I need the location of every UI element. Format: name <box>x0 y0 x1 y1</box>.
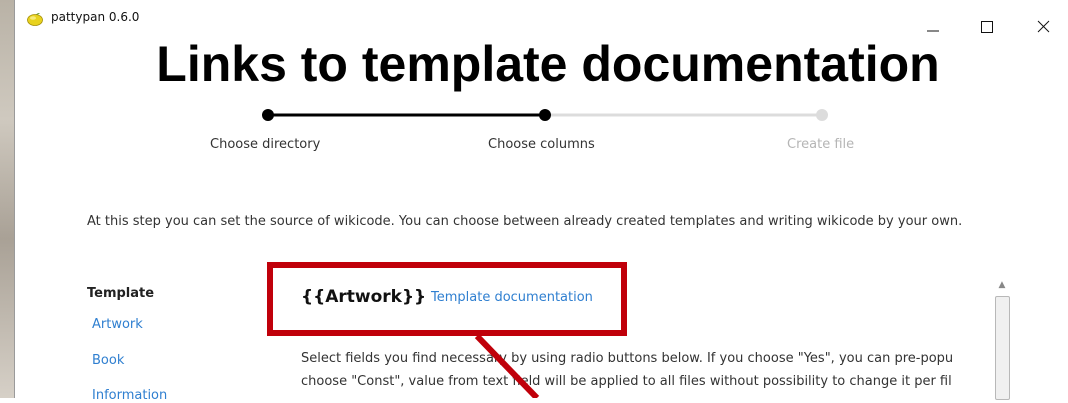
annotation-arrow-line <box>474 333 540 398</box>
app-window: pattypan 0.6.0 Choose directory Choose c… <box>14 0 1068 403</box>
vertical-scrollbar[interactable]: ▲ <box>992 278 1012 400</box>
annotation-arrow <box>474 333 540 398</box>
desktop-background-strip <box>0 0 14 398</box>
scroll-up-icon[interactable]: ▲ <box>992 278 1012 292</box>
scroll-thumb[interactable] <box>995 296 1010 400</box>
